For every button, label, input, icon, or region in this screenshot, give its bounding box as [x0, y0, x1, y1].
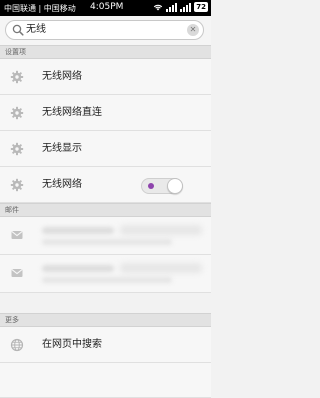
status-bar: 中国联通 | 中国移动 4:05PM 72	[0, 0, 211, 16]
blurred-preview	[42, 239, 172, 245]
gear-icon	[10, 178, 24, 192]
gear-icon	[10, 142, 24, 156]
settings-item-label: 无线网络	[42, 179, 82, 190]
search-bar: 无线 ✕	[0, 16, 211, 46]
settings-item-wireless-display[interactable]: 无线显示	[0, 131, 211, 167]
settings-item-wifi-direct[interactable]: 无线网络直连	[0, 95, 211, 131]
mail-result-item[interactable]	[0, 217, 211, 255]
search-query[interactable]: 无线	[26, 23, 46, 37]
section-title: 邮件	[5, 206, 19, 214]
section-title: 设置项	[5, 48, 26, 56]
settings-item-label: 无线网络	[42, 71, 82, 82]
section-header-mail: 邮件	[0, 203, 211, 217]
blurred-sender	[42, 227, 114, 234]
wifi-icon	[154, 4, 163, 11]
signal-icon	[166, 2, 178, 12]
carrier-label: 中国联通 | 中国移动	[4, 4, 76, 13]
toggle-knob[interactable]	[167, 178, 183, 194]
section-title: 更多	[5, 316, 19, 324]
blurred-subject	[120, 263, 202, 273]
clear-icon[interactable]: ✕	[187, 24, 199, 36]
clock: 4:05PM	[90, 2, 124, 12]
blurred-subject	[120, 225, 202, 235]
envelope-icon	[11, 268, 23, 277]
signal-icon-2	[180, 2, 192, 12]
status-icons: 72	[153, 2, 208, 12]
toggle-on-indicator	[148, 183, 154, 189]
gear-icon	[10, 70, 24, 84]
wifi-toggle-switch[interactable]	[141, 178, 183, 194]
globe-icon	[10, 338, 24, 352]
more-item-label: 在网页中搜索	[42, 339, 102, 350]
blurred-sender	[42, 265, 114, 272]
gear-icon	[10, 106, 24, 120]
more-item-next[interactable]	[0, 363, 211, 398]
search-input[interactable]: 无线 ✕	[5, 20, 204, 40]
settings-item-wifi-toggle[interactable]: 无线网络	[0, 167, 211, 203]
battery-indicator: 72	[194, 2, 208, 12]
settings-item-label: 无线显示	[42, 143, 82, 154]
mail-result-item[interactable]	[0, 255, 211, 293]
section-header-settings: 设置项	[0, 45, 211, 59]
blurred-preview	[42, 277, 172, 283]
search-icon	[12, 24, 24, 36]
section-header-more: 更多	[0, 313, 211, 327]
settings-item-wifi[interactable]: 无线网络	[0, 59, 211, 95]
settings-item-label: 无线网络直连	[42, 107, 102, 118]
envelope-icon	[11, 230, 23, 239]
more-item-web-search[interactable]: 在网页中搜索	[0, 327, 211, 363]
